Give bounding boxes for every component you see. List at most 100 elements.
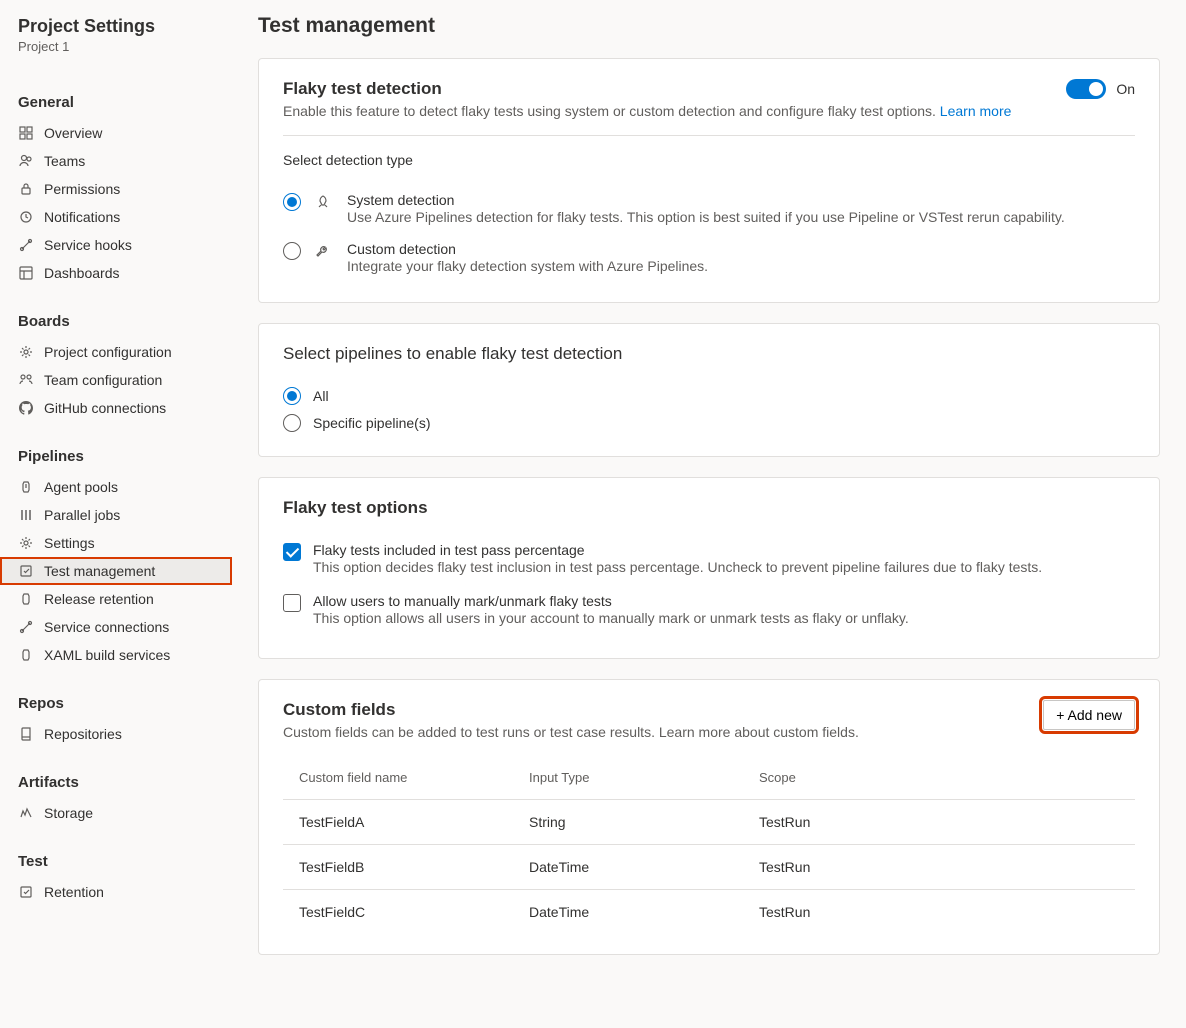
opt2-title: Allow users to manually mark/unmark flak… <box>313 593 909 609</box>
lock-icon <box>18 181 34 197</box>
hook-icon <box>18 237 34 253</box>
opt1-title: Flaky tests included in test pass percen… <box>313 542 1042 558</box>
sidebar-item-service-connections[interactable]: Service connections <box>0 613 232 641</box>
sidebar-item-label: Team configuration <box>44 372 162 388</box>
system-detection-title: System detection <box>347 192 1135 208</box>
opt1-desc: This option decides flaky test inclusion… <box>313 559 1042 575</box>
sidebar: Project Settings Project 1 General Overv… <box>0 0 232 1028</box>
page-title: Test management <box>258 14 1160 38</box>
sidebar-item-label: Storage <box>44 805 93 821</box>
sidebar-item-label: XAML build services <box>44 647 170 663</box>
sidebar-item-label: Retention <box>44 884 104 900</box>
sidebar-item-label: Teams <box>44 153 85 169</box>
repo-icon <box>18 726 34 742</box>
github-icon <box>18 400 34 416</box>
connection-icon <box>18 619 34 635</box>
sidebar-item-release-retention[interactable]: Release retention <box>0 585 232 613</box>
sidebar-item-label: Agent pools <box>44 479 118 495</box>
custom-fields-card: Custom fields Custom fields can be added… <box>258 679 1160 955</box>
specific-label: Specific pipeline(s) <box>313 415 431 431</box>
sidebar-item-settings[interactable]: Settings <box>0 529 232 557</box>
pipelines-title: Select pipelines to enable flaky test de… <box>283 344 1135 364</box>
sidebar-item-service-hooks[interactable]: Service hooks <box>0 231 232 259</box>
sidebar-item-team-config[interactable]: Team configuration <box>0 366 232 394</box>
flaky-title: Flaky test detection <box>283 79 1011 99</box>
sidebar-item-project-config[interactable]: Project configuration <box>0 338 232 366</box>
sidebar-subtitle: Project 1 <box>18 39 214 54</box>
custom-fields-desc: Custom fields can be added to test runs … <box>283 724 859 740</box>
section-boards: Boards <box>0 307 232 338</box>
sidebar-item-label: Release retention <box>44 591 154 607</box>
config-icon <box>18 344 34 360</box>
pipelines-card: Select pipelines to enable flaky test de… <box>258 323 1160 457</box>
test-icon <box>18 563 34 579</box>
system-detection-desc: Use Azure Pipelines detection for flaky … <box>347 209 1135 225</box>
retention-icon <box>18 591 34 607</box>
radio-custom-detection[interactable] <box>283 242 301 260</box>
section-artifacts: Artifacts <box>0 768 232 799</box>
test-retention-icon <box>18 884 34 900</box>
radio-specific-pipelines[interactable] <box>283 414 301 432</box>
learn-more-link[interactable]: Learn more <box>940 103 1012 119</box>
custom-detection-title: Custom detection <box>347 241 1135 257</box>
sidebar-item-retention[interactable]: Retention <box>0 878 232 906</box>
select-type-label: Select detection type <box>283 152 1135 168</box>
sidebar-item-teams[interactable]: Teams <box>0 147 232 175</box>
table-row[interactable]: TestFieldB DateTime TestRun <box>283 845 1135 890</box>
toggle-label: On <box>1116 81 1135 97</box>
table-row[interactable]: TestFieldC DateTime TestRun <box>283 890 1135 934</box>
radio-all-pipelines[interactable] <box>283 387 301 405</box>
flaky-desc: Enable this feature to detect flaky test… <box>283 103 1011 119</box>
table-row[interactable]: TestFieldA String TestRun <box>283 800 1135 845</box>
storage-icon <box>18 805 34 821</box>
sidebar-item-label: Parallel jobs <box>44 507 120 523</box>
sidebar-item-label: Notifications <box>44 209 120 225</box>
flaky-toggle[interactable] <box>1066 79 1106 99</box>
checkbox-manual-mark[interactable] <box>283 594 301 612</box>
add-new-button[interactable]: + Add new <box>1043 700 1135 730</box>
sidebar-header: Project Settings Project 1 <box>0 16 232 68</box>
sidebar-item-overview[interactable]: Overview <box>0 119 232 147</box>
sidebar-item-label: Service connections <box>44 619 169 635</box>
sidebar-item-github[interactable]: GitHub connections <box>0 394 232 422</box>
overview-icon <box>18 125 34 141</box>
parallel-icon <box>18 507 34 523</box>
agent-icon <box>18 479 34 495</box>
sidebar-item-permissions[interactable]: Permissions <box>0 175 232 203</box>
section-repos: Repos <box>0 689 232 720</box>
sidebar-item-label: Settings <box>44 535 95 551</box>
sidebar-item-label: Repositories <box>44 726 122 742</box>
sidebar-item-xaml[interactable]: XAML build services <box>0 641 232 669</box>
sidebar-item-label: Project configuration <box>44 344 172 360</box>
sidebar-item-label: Service hooks <box>44 237 132 253</box>
options-title: Flaky test options <box>283 498 1135 518</box>
main-content: Test management Flaky test detection Ena… <box>232 0 1186 1028</box>
xaml-icon <box>18 647 34 663</box>
sidebar-item-storage[interactable]: Storage <box>0 799 232 827</box>
dashboard-icon <box>18 265 34 281</box>
col-name: Custom field name <box>299 770 529 785</box>
sidebar-title: Project Settings <box>18 16 214 37</box>
sidebar-item-label: Dashboards <box>44 265 120 281</box>
custom-fields-title: Custom fields <box>283 700 859 720</box>
gear-icon <box>18 535 34 551</box>
sidebar-item-notifications[interactable]: Notifications <box>0 203 232 231</box>
custom-detection-desc: Integrate your flaky detection system wi… <box>347 258 1135 274</box>
sidebar-item-label: Permissions <box>44 181 120 197</box>
options-card: Flaky test options Flaky tests included … <box>258 477 1160 659</box>
radio-system-detection[interactable] <box>283 193 301 211</box>
rocket-icon <box>315 194 333 213</box>
sidebar-item-agent-pools[interactable]: Agent pools <box>0 473 232 501</box>
wrench-icon <box>315 243 333 262</box>
sidebar-item-repositories[interactable]: Repositories <box>0 720 232 748</box>
sidebar-item-test-management[interactable]: Test management <box>0 557 232 585</box>
sidebar-item-parallel-jobs[interactable]: Parallel jobs <box>0 501 232 529</box>
checkbox-include-pass-pct[interactable] <box>283 543 301 561</box>
sidebar-item-dashboards[interactable]: Dashboards <box>0 259 232 287</box>
col-scope: Scope <box>759 770 1119 785</box>
section-general: General <box>0 88 232 119</box>
flaky-detection-card: Flaky test detection Enable this feature… <box>258 58 1160 303</box>
sidebar-item-label: Overview <box>44 125 102 141</box>
section-pipelines: Pipelines <box>0 442 232 473</box>
custom-fields-table: Custom field name Input Type Scope TestF… <box>283 756 1135 934</box>
